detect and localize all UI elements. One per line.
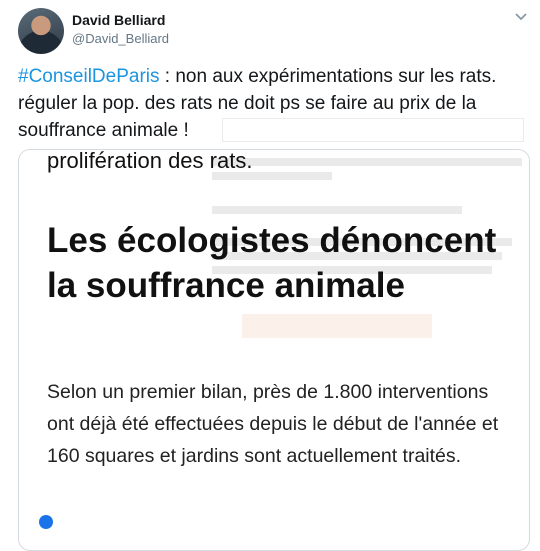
- tweet-text: #ConseilDeParis : non aux expérimentatio…: [18, 63, 533, 144]
- card-cut-text: prolifération des rats.: [47, 149, 253, 173]
- media-card[interactable]: prolifération des rats. Les écologistes …: [18, 149, 530, 551]
- blue-dot-icon: [39, 515, 53, 529]
- author-handle[interactable]: @David_Belliard: [72, 31, 169, 46]
- card-title: Les écologistes dénoncent la souffrance …: [47, 221, 497, 305]
- hashtag-link[interactable]: #ConseilDeParis: [18, 66, 160, 87]
- author-name[interactable]: David Belliard: [72, 12, 165, 28]
- chevron-down-icon[interactable]: [512, 10, 530, 24]
- card-body: Selon un premier bilan, près de 1.800 in…: [47, 381, 499, 467]
- avatar[interactable]: [18, 8, 64, 54]
